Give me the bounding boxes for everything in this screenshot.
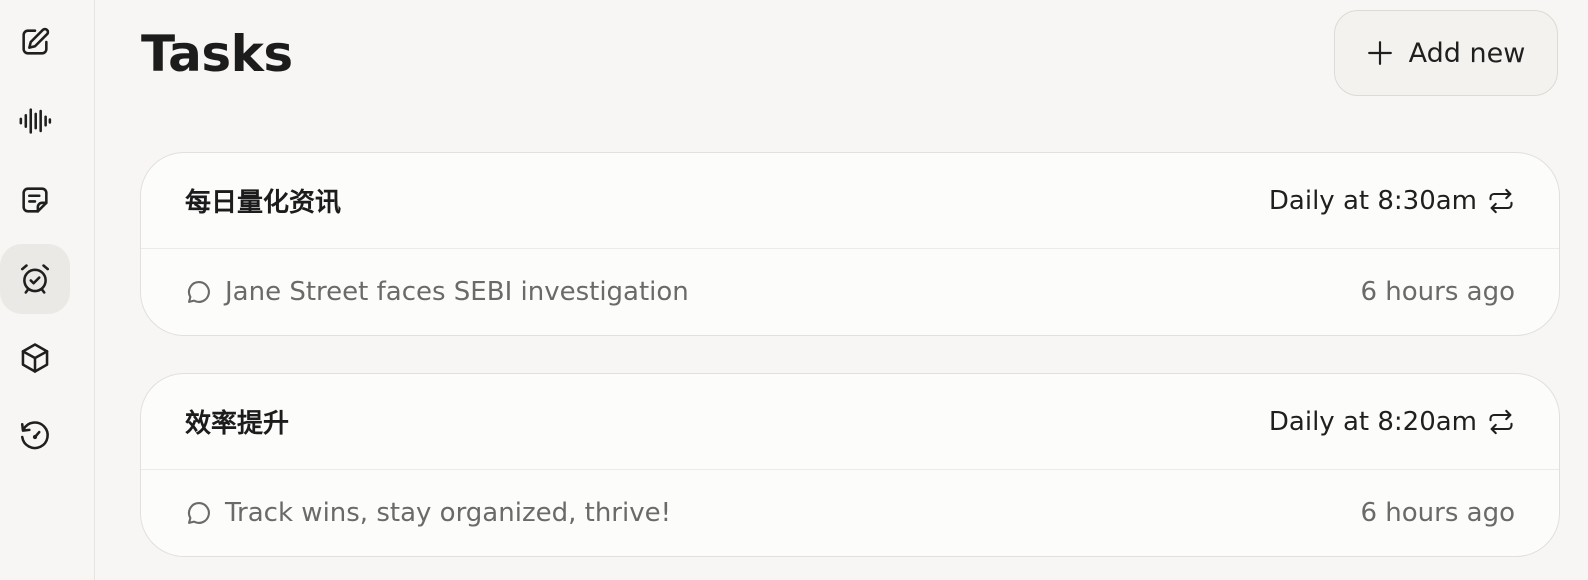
task-title: 效率提升 (185, 409, 290, 439)
cube-icon (21, 343, 49, 373)
task-card-header: 每日量化资讯 Daily at 8:30am (141, 153, 1559, 249)
last-run-message: Jane Street faces SEBI investigation (185, 277, 689, 307)
sidebar-item-notes[interactable] (0, 165, 70, 235)
plus-icon (1367, 41, 1392, 65)
last-run-time: 6 hours ago (1360, 277, 1515, 307)
add-new-label: Add new (1408, 37, 1526, 69)
repeat-icon (1489, 188, 1513, 213)
task-title: 每日量化资讯 (185, 188, 342, 218)
task-card[interactable]: 效率提升 Daily at 8:20am Track wins, stay or… (140, 373, 1560, 557)
sidebar-item-new-chat[interactable] (0, 7, 70, 77)
page-title: Tasks (141, 25, 293, 83)
sidebar-item-history[interactable] (0, 402, 70, 472)
chat-bubble-icon (187, 502, 210, 524)
last-run-message: Track wins, stay organized, thrive! (185, 498, 671, 528)
task-card[interactable]: 每日量化资讯 Daily at 8:30am Jane Street faces… (140, 152, 1560, 336)
edit-icon (22, 27, 50, 55)
chat-bubble-icon (187, 281, 210, 303)
history-icon (20, 421, 49, 450)
last-run-text: Track wins, stay organized, thrive! (225, 498, 672, 528)
task-schedule: Daily at 8:30am (1269, 186, 1515, 216)
sidebar-item-voice[interactable] (0, 86, 70, 156)
sidebar-item-tasks[interactable] (0, 244, 70, 314)
schedule-label: Daily at 8:30am (1268, 185, 1477, 216)
note-icon (22, 187, 48, 213)
schedule-label: Daily at 8:20am (1268, 406, 1477, 437)
task-last-run[interactable]: Jane Street faces SEBI investigation 6 h… (141, 249, 1559, 335)
task-last-run[interactable]: Track wins, stay organized, thrive! 6 ho… (141, 470, 1559, 556)
repeat-icon (1489, 409, 1513, 434)
last-run-text: Jane Street faces SEBI investigation (225, 277, 689, 307)
alarm-clock-icon (20, 264, 50, 294)
sidebar-item-apps[interactable] (0, 323, 70, 393)
voice-waveform-icon (19, 108, 52, 134)
sidebar (0, 0, 95, 580)
add-new-button[interactable]: Add new (1334, 10, 1558, 96)
task-card-header: 效率提升 Daily at 8:20am (141, 374, 1559, 470)
last-run-time: 6 hours ago (1360, 498, 1515, 528)
task-schedule: Daily at 8:20am (1269, 407, 1515, 437)
